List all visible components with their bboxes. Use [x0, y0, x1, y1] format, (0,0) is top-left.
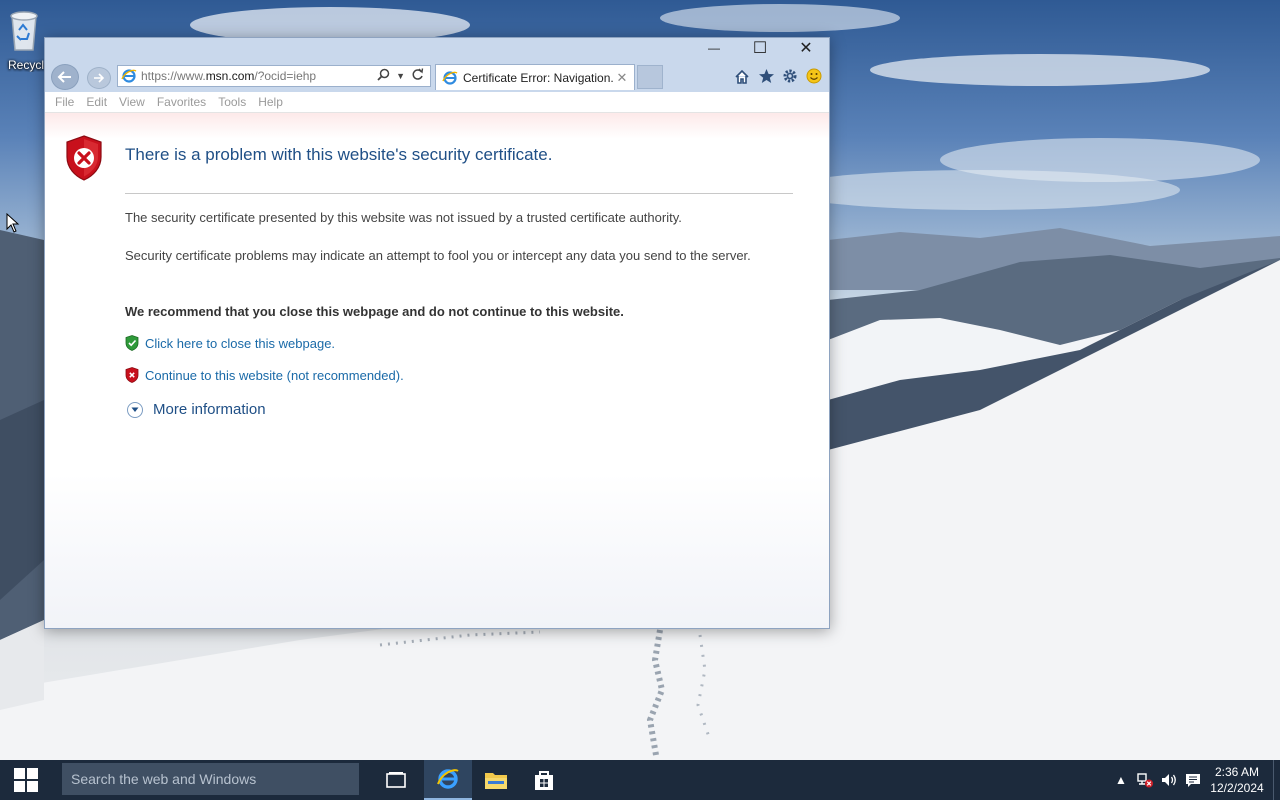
menu-view[interactable]: View	[119, 95, 145, 109]
tab-close-icon[interactable]: ✕	[614, 70, 630, 86]
url-domain: msn.com	[205, 69, 255, 83]
description-paragraph-2: Security certificate problems may indica…	[125, 248, 751, 263]
menu-file[interactable]: File	[55, 95, 74, 109]
taskbar-internet-explorer[interactable]	[424, 760, 472, 800]
window-controls: — ☐ ✕	[691, 38, 829, 58]
start-button[interactable]	[0, 760, 52, 800]
title-bar: — ☐ ✕ https://www.msn.com/?ocid=iehp ▼ C…	[45, 38, 829, 92]
navigation-row: https://www.msn.com/?ocid=iehp ▼ Certifi…	[45, 64, 829, 90]
title-divider	[125, 193, 793, 194]
address-bar[interactable]: https://www.msn.com/?ocid=iehp ▼	[117, 65, 431, 87]
smiley-feedback-icon[interactable]	[805, 66, 823, 86]
search-placeholder: Search the web and Windows	[71, 771, 257, 787]
back-button[interactable]	[51, 64, 79, 90]
expand-chevron-icon	[127, 401, 143, 418]
command-icons	[733, 66, 823, 86]
tab-title: Certificate Error: Navigation...	[463, 70, 614, 85]
windows-logo-icon	[14, 768, 38, 792]
continue-website-row: Continue to this website (not recommende…	[125, 367, 404, 383]
task-view-icon	[386, 772, 406, 788]
system-tray: ▲ 2:36 AM 12/2/2024	[1109, 760, 1280, 800]
task-view-button[interactable]	[372, 760, 420, 800]
url-suffix: /?ocid=iehp	[254, 69, 317, 83]
more-information-toggle[interactable]: More information	[127, 401, 266, 418]
menu-tools[interactable]: Tools	[218, 95, 246, 109]
network-disconnected-icon[interactable]	[1133, 760, 1157, 800]
refresh-icon[interactable]	[411, 68, 424, 84]
close-webpage-link[interactable]: Click here to close this webpage.	[145, 336, 335, 351]
ie-page-icon	[121, 69, 137, 83]
forward-arrow-icon	[94, 73, 105, 83]
clock-time: 2:36 AM	[1214, 765, 1260, 779]
taskbar-file-explorer[interactable]	[472, 760, 520, 800]
error-shield-icon	[65, 135, 103, 181]
more-information-label: More information	[153, 401, 266, 418]
clock-date: 12/2/2024	[1210, 781, 1264, 795]
recommendation-text: We recommend that you close this webpage…	[125, 304, 624, 319]
green-shield-icon	[125, 335, 139, 351]
internet-explorer-icon	[437, 769, 459, 789]
home-icon[interactable]	[733, 66, 751, 86]
action-center-icon[interactable]	[1181, 760, 1205, 800]
new-tab-button[interactable]	[637, 65, 663, 89]
show-desktop-button[interactable]	[1273, 760, 1280, 800]
browser-window: — ☐ ✕ https://www.msn.com/?ocid=iehp ▼ C…	[44, 37, 830, 629]
address-url: https://www.msn.com/?ocid=iehp	[141, 69, 377, 83]
page-title: There is a problem with this website's s…	[125, 145, 553, 164]
settings-gear-icon[interactable]	[781, 66, 799, 86]
minimize-icon: —	[708, 41, 720, 55]
close-webpage-row: Click here to close this webpage.	[125, 335, 335, 351]
tab-certificate-error[interactable]: Certificate Error: Navigation... ✕	[435, 64, 635, 90]
menu-bar: File Edit View Favorites Tools Help	[45, 92, 829, 113]
red-shield-icon	[125, 367, 139, 383]
menu-help[interactable]: Help	[258, 95, 283, 109]
description-paragraph-1: The security certificate presented by th…	[125, 210, 682, 225]
menu-edit[interactable]: Edit	[86, 95, 107, 109]
taskbar: Search the web and Windows ▲ 2:36 AM 12/…	[0, 760, 1280, 800]
search-icon[interactable]	[377, 68, 390, 84]
forward-button[interactable]	[87, 67, 111, 89]
close-icon: ✕	[799, 40, 813, 57]
url-prefix: https://www.	[141, 69, 206, 83]
minimize-button[interactable]: —	[691, 38, 737, 58]
ie-tab-icon	[442, 70, 458, 85]
maximize-icon: ☐	[752, 40, 768, 57]
taskbar-search-box[interactable]: Search the web and Windows	[62, 763, 359, 795]
maximize-button[interactable]: ☐	[737, 38, 783, 58]
clock[interactable]: 2:36 AM 12/2/2024	[1205, 764, 1269, 796]
favorites-star-icon[interactable]	[757, 66, 775, 86]
show-hidden-icons-chevron-icon[interactable]: ▲	[1109, 760, 1133, 800]
folder-icon	[485, 773, 507, 789]
page-content: There is a problem with this website's s…	[45, 113, 829, 628]
continue-website-link[interactable]: Continue to this website (not recommende…	[145, 368, 404, 383]
store-bag-icon	[535, 771, 553, 790]
close-button[interactable]: ✕	[783, 38, 829, 58]
menu-favorites[interactable]: Favorites	[157, 95, 206, 109]
taskbar-store[interactable]	[520, 760, 568, 800]
volume-icon[interactable]	[1157, 760, 1181, 800]
dropdown-arrow-icon[interactable]: ▼	[396, 71, 405, 81]
back-arrow-icon	[57, 71, 71, 83]
